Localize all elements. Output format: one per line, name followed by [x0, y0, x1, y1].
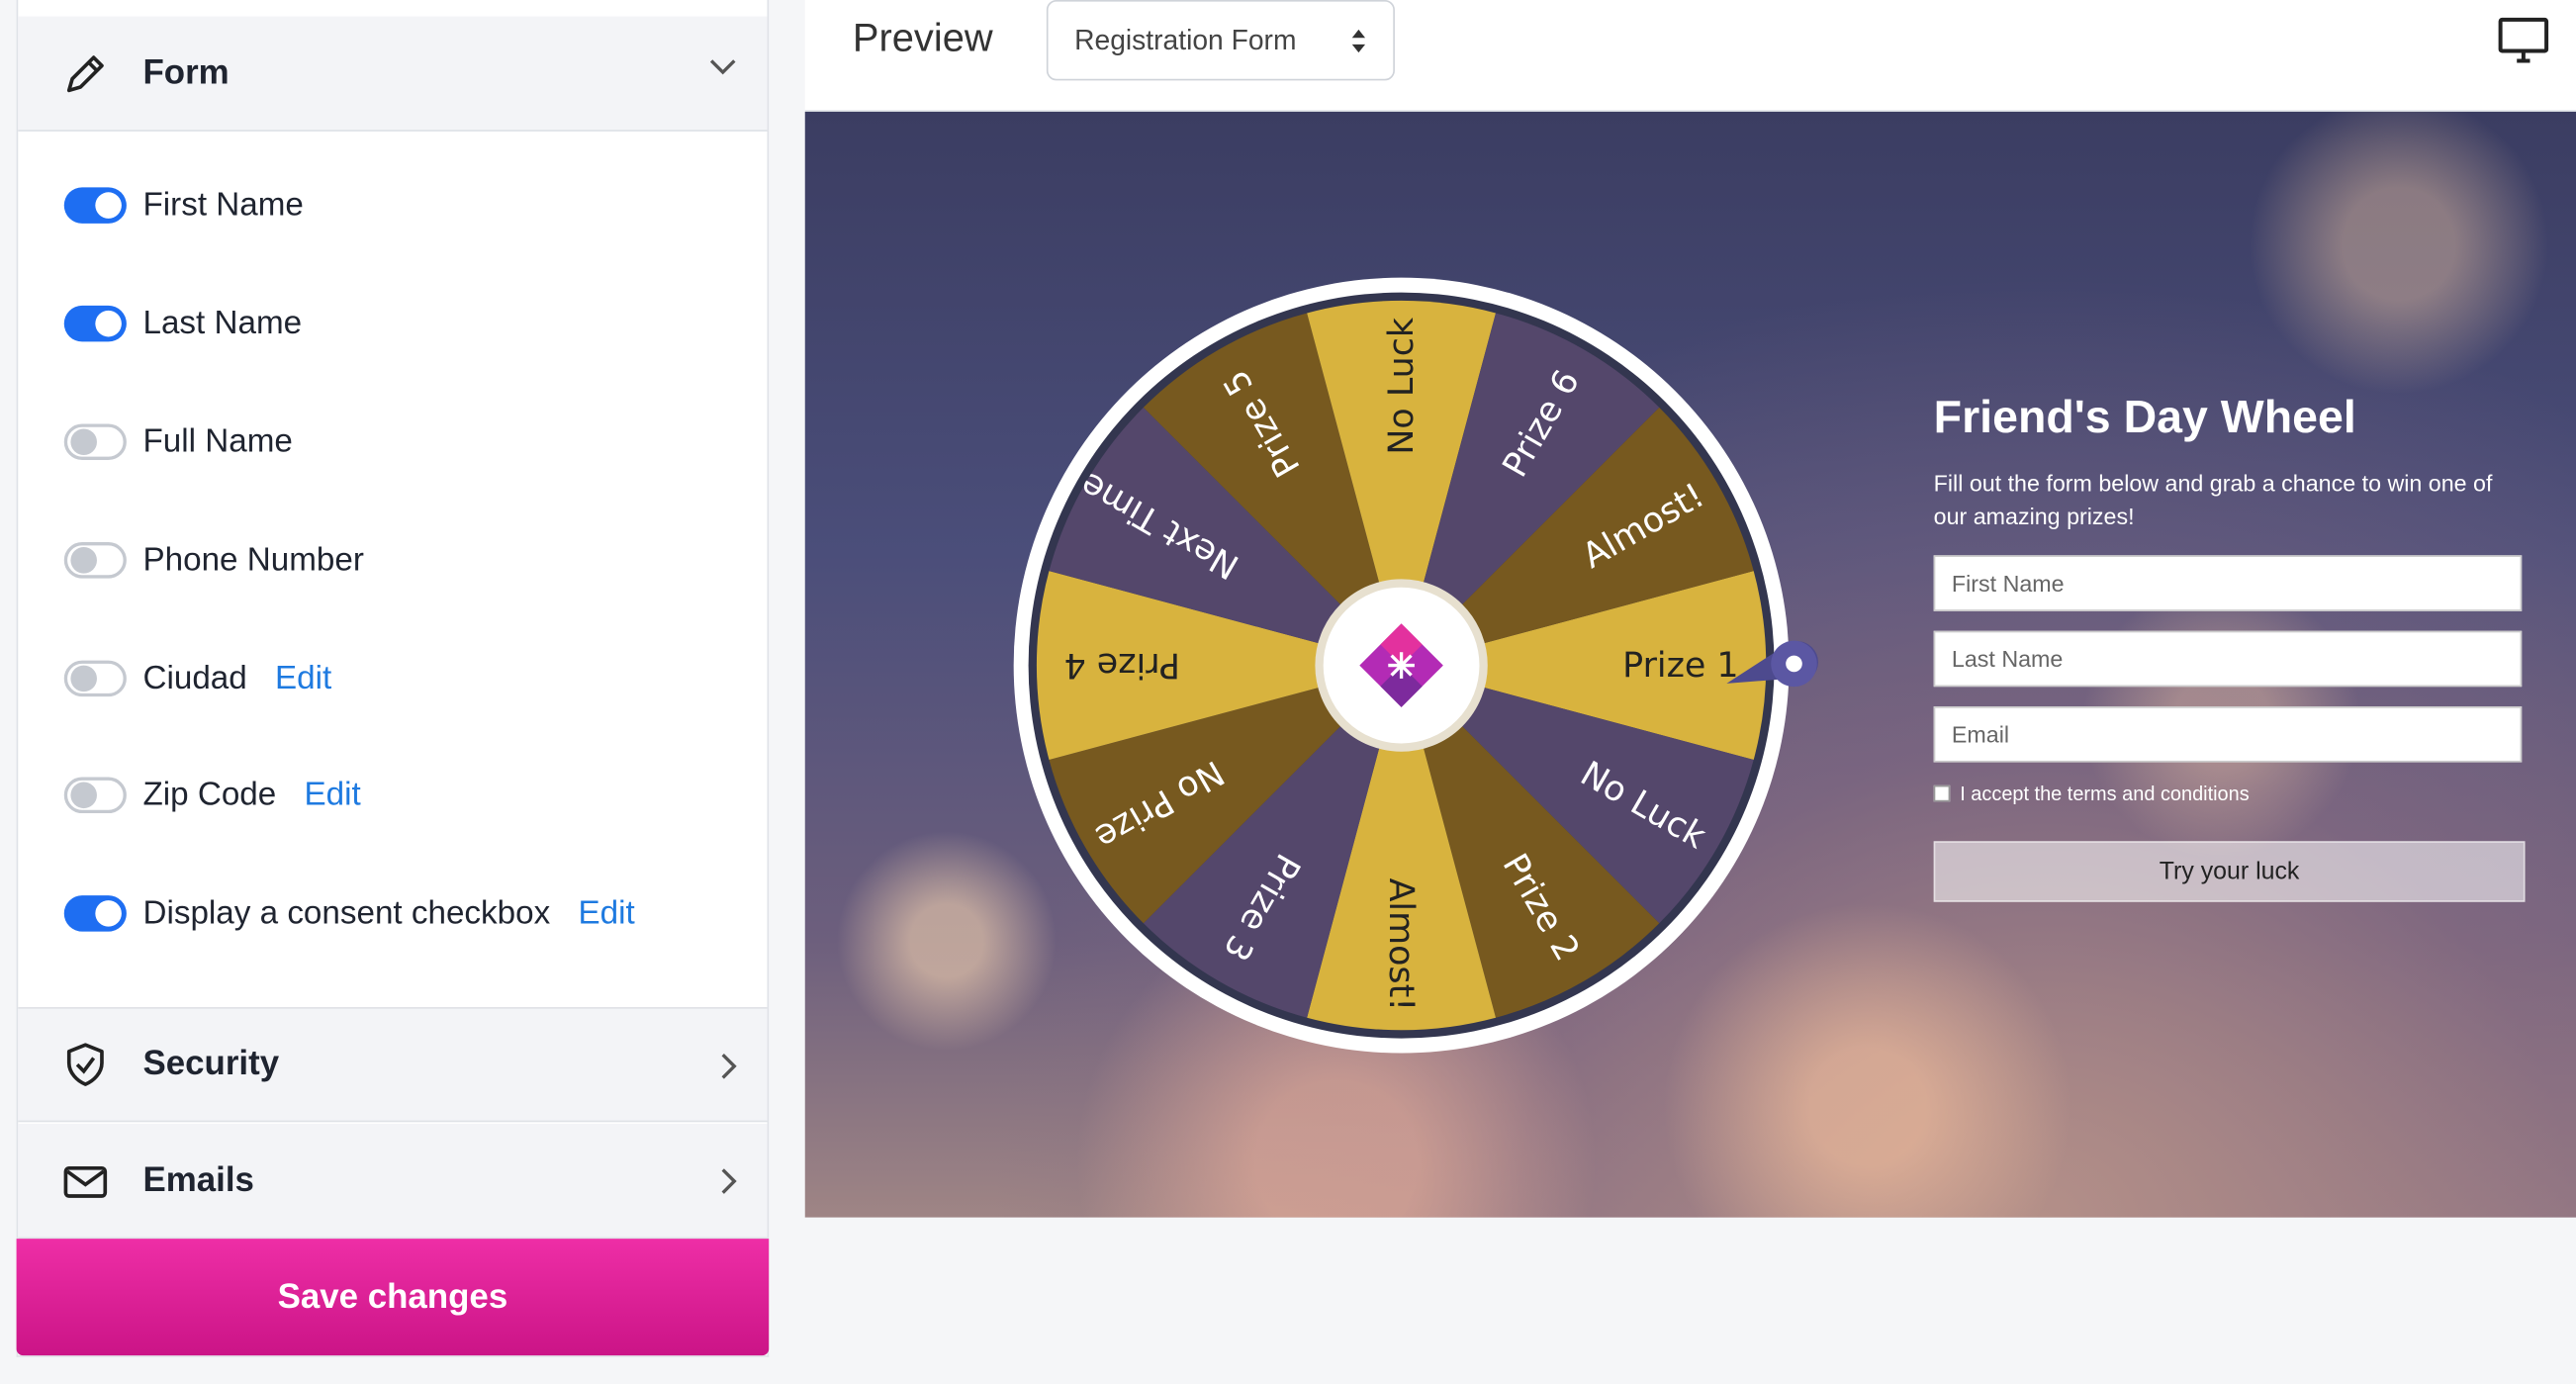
phone-number-toggle[interactable]: [63, 542, 127, 579]
chevron-down-icon[interactable]: [708, 55, 738, 75]
desktop-monitor-icon[interactable]: [2497, 17, 2549, 66]
email-input[interactable]: [1933, 706, 2523, 763]
envelope-icon: [60, 1155, 110, 1205]
security-section-title: Security: [142, 1045, 280, 1083]
preview-header: Preview Registration Form: [804, 0, 2576, 112]
save-changes-button[interactable]: Save changes: [16, 1239, 770, 1356]
pencil-icon: [60, 48, 110, 98]
full-name-toggle[interactable]: [63, 423, 127, 460]
field-row-consent: Display a consent checkbox Edit: [63, 888, 635, 938]
form-section-header[interactable]: Form: [18, 16, 768, 132]
prize-wheel[interactable]: Prize 1No LuckPrize 2Almost!Prize 3No Pr…: [1010, 276, 1831, 1064]
zip-code-toggle[interactable]: [63, 777, 127, 814]
sort-arrows-icon: [1350, 28, 1367, 54]
terms-checkbox[interactable]: [1933, 784, 1951, 802]
field-row-last-name: Last Name: [63, 299, 303, 348]
shield-check-icon: [60, 1040, 110, 1089]
last-name-input[interactable]: [1933, 630, 2523, 688]
try-your-luck-button[interactable]: Try your luck: [1933, 841, 2526, 902]
first-name-toggle[interactable]: [63, 187, 127, 224]
ciudad-toggle[interactable]: [63, 660, 127, 697]
wheel-title: Friend's Day Wheel: [1933, 391, 2356, 442]
consent-toggle[interactable]: [63, 895, 127, 932]
wheel-description: Fill out the form below and grab a chanc…: [1933, 469, 2493, 529]
wheel-slice-label: No Luck: [1382, 317, 1422, 455]
form-select-value: Registration Form: [1074, 24, 1297, 55]
first-name-input[interactable]: [1933, 555, 2523, 611]
zip-code-edit-link[interactable]: Edit: [304, 777, 360, 814]
terms-row: I accept the terms and conditions: [1933, 782, 2526, 805]
wheel-slice-label: Prize 1: [1622, 646, 1738, 686]
field-label: Ciudad: [142, 659, 247, 696]
emails-section-title: Emails: [142, 1160, 254, 1199]
emails-section-header[interactable]: Emails: [18, 1123, 768, 1240]
signup-form: Friend's Day Wheel Fill out the form bel…: [1933, 391, 2526, 902]
chevron-right-icon[interactable]: [718, 1166, 738, 1196]
form-select[interactable]: Registration Form: [1046, 0, 1395, 81]
consent-edit-link[interactable]: Edit: [578, 894, 634, 932]
field-row-phone-number: Phone Number: [63, 535, 364, 585]
field-row-zip-code: Zip Code Edit: [63, 771, 361, 820]
field-label: Full Name: [142, 422, 293, 460]
chevron-right-icon[interactable]: [718, 1052, 738, 1081]
wheel-slice-label: Prize 4: [1064, 645, 1180, 685]
field-row-first-name: First Name: [63, 181, 304, 231]
field-row-full-name: Full Name: [63, 417, 293, 467]
terms-label: I accept the terms and conditions: [1960, 782, 2250, 805]
field-label: Zip Code: [142, 776, 277, 813]
wheel-slice-label: Almost!: [1381, 878, 1421, 1012]
form-section-title: Form: [142, 52, 230, 92]
field-row-ciudad: Ciudad Edit: [63, 654, 331, 703]
preview-canvas: Prize 1 No Luck Prize 2 Almost! Prize 3 No Pr…: [804, 111, 2576, 1218]
settings-panel: Form First Name Last Name Full Name Phon…: [16, 0, 770, 1357]
field-label: Last Name: [142, 305, 303, 341]
preview-title: Preview: [852, 16, 993, 61]
field-label: First Name: [142, 186, 304, 224]
field-label: Phone Number: [142, 541, 364, 578]
last-name-toggle[interactable]: [63, 305, 127, 342]
security-section-header[interactable]: Security: [18, 1007, 768, 1123]
field-label: Display a consent checkbox: [142, 894, 551, 931]
ciudad-edit-link[interactable]: Edit: [275, 660, 331, 697]
